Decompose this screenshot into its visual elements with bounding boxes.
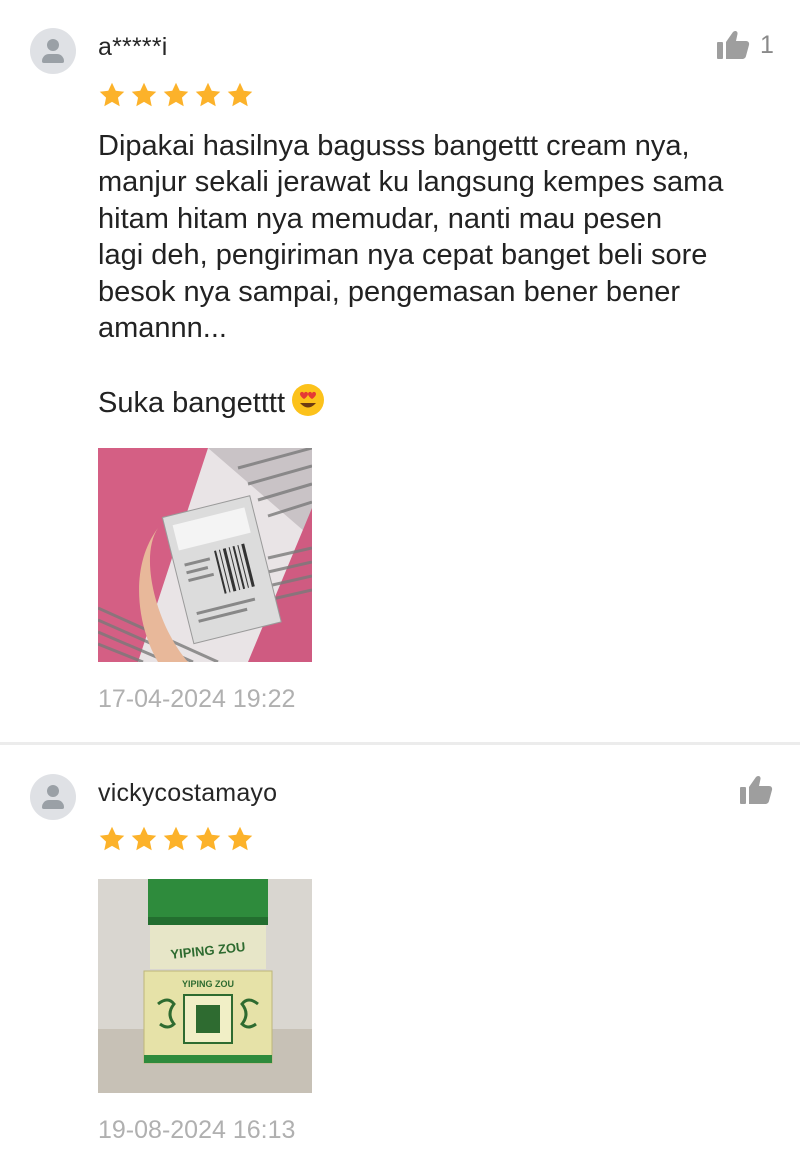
review-photo[interactable]: YIPING ZOU YIPING ZOU: [98, 879, 312, 1093]
thumbs-up-icon: [740, 775, 773, 804]
star-icon: [163, 826, 189, 851]
user-avatar-icon[interactable]: [30, 774, 76, 820]
review-card: a*****i 1 Dipakai hasilnya bagusss bange…: [0, 0, 800, 742]
star-icon: [99, 826, 125, 851]
review-timestamp: 17-04-2024 19:22: [98, 685, 296, 713]
review-card: vickycostamayo YIPING ZOU YIPING ZOU 19-…: [0, 745, 800, 1160]
star-icon: [99, 82, 125, 107]
thumbs-up-icon: [717, 30, 750, 59]
reviewer-username[interactable]: vickycostamayo: [98, 779, 277, 808]
like-button[interactable]: [739, 775, 773, 805]
star-icon: [131, 826, 157, 851]
box-label-text: YIPING ZOU: [182, 979, 234, 989]
star-icon: [163, 82, 189, 107]
star-rating: [98, 81, 254, 109]
star-icon: [195, 82, 221, 107]
star-icon: [195, 826, 221, 851]
review-text-content: Dipakai hasilnya bagusss bangettt cream …: [98, 130, 724, 419]
heart-eyes-emoji-icon: [292, 383, 325, 416]
star-icon: [227, 82, 253, 107]
cream-jar-photo: YIPING ZOU YIPING ZOU: [98, 879, 312, 1093]
star-icon: [227, 826, 253, 851]
review-text: Dipakai hasilnya bagusss bangettt cream …: [98, 128, 778, 421]
like-button[interactable]: 1: [716, 30, 774, 60]
star-rating: [98, 825, 254, 853]
review-timestamp: 19-08-2024 16:13: [98, 1116, 296, 1144]
star-icon: [131, 82, 157, 107]
reviewer-username[interactable]: a*****i: [98, 33, 168, 62]
like-count: 1: [760, 30, 774, 59]
product-package-photo: [98, 448, 312, 662]
user-avatar-icon[interactable]: [30, 28, 76, 74]
review-photo[interactable]: [98, 448, 312, 662]
